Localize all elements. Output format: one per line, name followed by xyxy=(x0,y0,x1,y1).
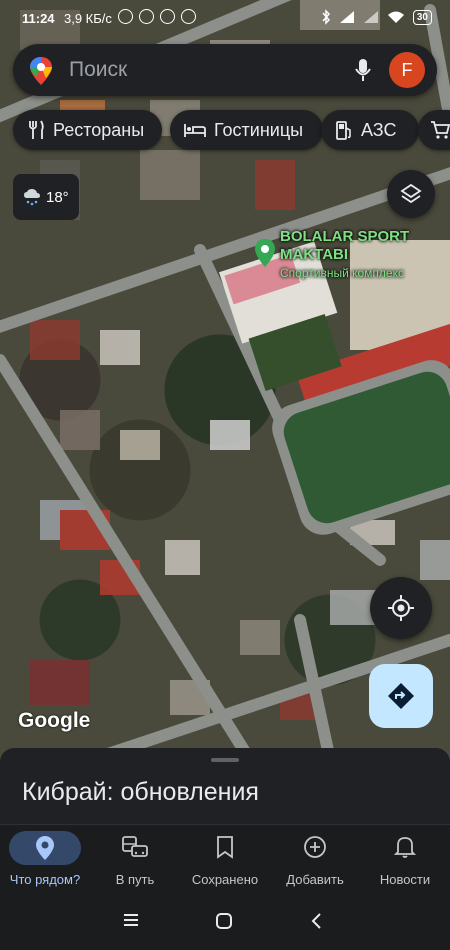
add-circle-icon xyxy=(304,836,326,858)
layers-icon xyxy=(400,183,422,204)
gas-station-icon xyxy=(336,121,351,140)
home-icon[interactable] xyxy=(215,912,233,930)
tab-label: В путь xyxy=(115,872,155,887)
bluetooth-icon xyxy=(322,9,330,25)
status-time: 11:24 xyxy=(22,11,55,26)
bed-icon xyxy=(184,124,206,137)
tab-updates[interactable]: Новости xyxy=(360,825,450,895)
chip-label: Рестораны xyxy=(53,119,145,140)
chip-label: Гостиницы xyxy=(214,119,304,140)
location-pin-icon xyxy=(36,836,54,860)
layers-button[interactable] xyxy=(387,170,435,218)
notification-icons xyxy=(118,9,196,24)
bell-icon xyxy=(394,837,416,858)
microphone-icon[interactable] xyxy=(355,58,371,82)
fork-knife-icon xyxy=(29,120,44,139)
sheet-title: Кибрай: обновления xyxy=(22,778,259,806)
signal-icon xyxy=(363,11,378,23)
tab-label: Новости xyxy=(379,872,431,887)
bookmark-icon xyxy=(217,836,233,859)
notification-icon xyxy=(118,9,133,24)
tab-label: Сохранено xyxy=(191,872,259,887)
chip-gas-stations[interactable]: АЗС xyxy=(321,110,419,150)
tab-saved[interactable]: Сохранено xyxy=(180,825,270,895)
notification-icon xyxy=(181,9,196,24)
search-input[interactable]: Поиск xyxy=(69,58,127,82)
chip-shopping[interactable] xyxy=(418,110,450,150)
tab-commute[interactable]: В путь xyxy=(90,825,180,895)
tab-label: Добавить xyxy=(286,872,344,887)
cart-icon xyxy=(431,121,450,139)
tab-label: Что рядом? xyxy=(9,872,81,887)
search-bar[interactable]: Поиск F xyxy=(13,44,437,96)
tab-explore[interactable]: Что рядом? xyxy=(0,825,90,895)
crosshair-icon xyxy=(388,595,414,621)
chip-restaurants[interactable]: Рестораны xyxy=(13,110,162,150)
rain-cloud-icon xyxy=(24,189,40,206)
place-category: Спортивный комплекс xyxy=(280,266,404,280)
place-name[interactable]: BOLALAR SPORT MAKTABI xyxy=(280,228,430,264)
signal-icon xyxy=(339,11,354,23)
bottom-navigation: Что рядом? В путь Сохранено Добавить Нов… xyxy=(0,824,450,895)
temperature: 18° xyxy=(46,188,69,206)
notification-icon xyxy=(139,9,154,24)
wifi-icon xyxy=(387,11,404,23)
directions-icon xyxy=(388,683,414,709)
updates-sheet[interactable]: Кибрай: обновления xyxy=(0,748,450,824)
sheet-drag-handle[interactable] xyxy=(211,758,239,762)
account-avatar[interactable]: F xyxy=(389,52,425,88)
chip-hotels[interactable]: Гостиницы xyxy=(170,110,323,150)
chip-label: АЗС xyxy=(361,119,397,140)
recent-apps-icon[interactable] xyxy=(122,912,140,928)
place-marker-icon[interactable] xyxy=(254,238,276,268)
directions-button[interactable] xyxy=(369,664,433,728)
google-maps-logo-icon xyxy=(30,57,52,85)
status-bar: 11:24 3,9 КБ/с 30 xyxy=(0,0,450,36)
network-speed: 3,9 КБ/с xyxy=(64,11,112,26)
back-icon[interactable] xyxy=(310,912,322,930)
commute-icon xyxy=(122,836,148,857)
battery-level: 30 xyxy=(412,9,432,25)
weather-badge[interactable]: 18° xyxy=(13,174,79,220)
system-navigation-bar xyxy=(0,894,450,950)
my-location-button[interactable] xyxy=(370,577,432,639)
notification-icon xyxy=(160,9,175,24)
tab-contribute[interactable]: Добавить xyxy=(270,825,360,895)
google-attribution: Google xyxy=(18,709,91,732)
